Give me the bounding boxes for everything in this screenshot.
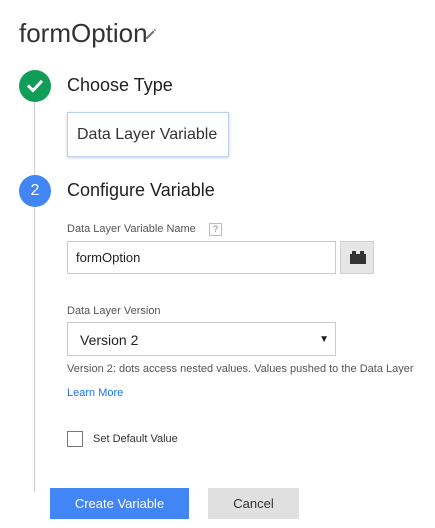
pencil-icon[interactable] bbox=[144, 27, 158, 41]
data-layer-version-select[interactable]: Version 2 ▼ bbox=[67, 322, 336, 356]
variable-picker-icon bbox=[350, 251, 366, 264]
step-title-configure-variable: Configure Variable bbox=[67, 180, 215, 200]
create-variable-button[interactable]: Create Variable bbox=[50, 488, 189, 519]
selected-version: Version 2 bbox=[80, 332, 139, 348]
step-title-choose-type: Choose Type bbox=[67, 75, 173, 95]
step-number-badge: 2 bbox=[19, 175, 51, 207]
variable-type-label: Data Layer Variable bbox=[77, 126, 218, 143]
set-default-value-label: Set Default Value bbox=[93, 433, 178, 445]
learn-more-link[interactable]: Learn More bbox=[67, 387, 123, 399]
set-default-value-checkbox[interactable] bbox=[67, 431, 83, 447]
insert-variable-button[interactable] bbox=[340, 241, 374, 274]
variable-name-input[interactable] bbox=[67, 241, 336, 274]
cancel-button[interactable]: Cancel bbox=[208, 488, 299, 519]
step-complete-badge bbox=[19, 70, 51, 102]
step-connector-line bbox=[34, 100, 35, 492]
check-icon bbox=[26, 79, 44, 93]
data-layer-version-label: Data Layer Version bbox=[67, 305, 161, 317]
version-help-text: Version 2: dots access nested values. Va… bbox=[67, 363, 414, 375]
dropdown-arrow-icon: ▼ bbox=[319, 334, 329, 345]
variable-name-label: Data Layer Variable Name bbox=[67, 223, 196, 235]
variable-type-card[interactable]: Data Layer Variable bbox=[67, 112, 229, 157]
page-title: formOption bbox=[19, 18, 148, 48]
help-icon[interactable]: ? bbox=[209, 223, 222, 236]
